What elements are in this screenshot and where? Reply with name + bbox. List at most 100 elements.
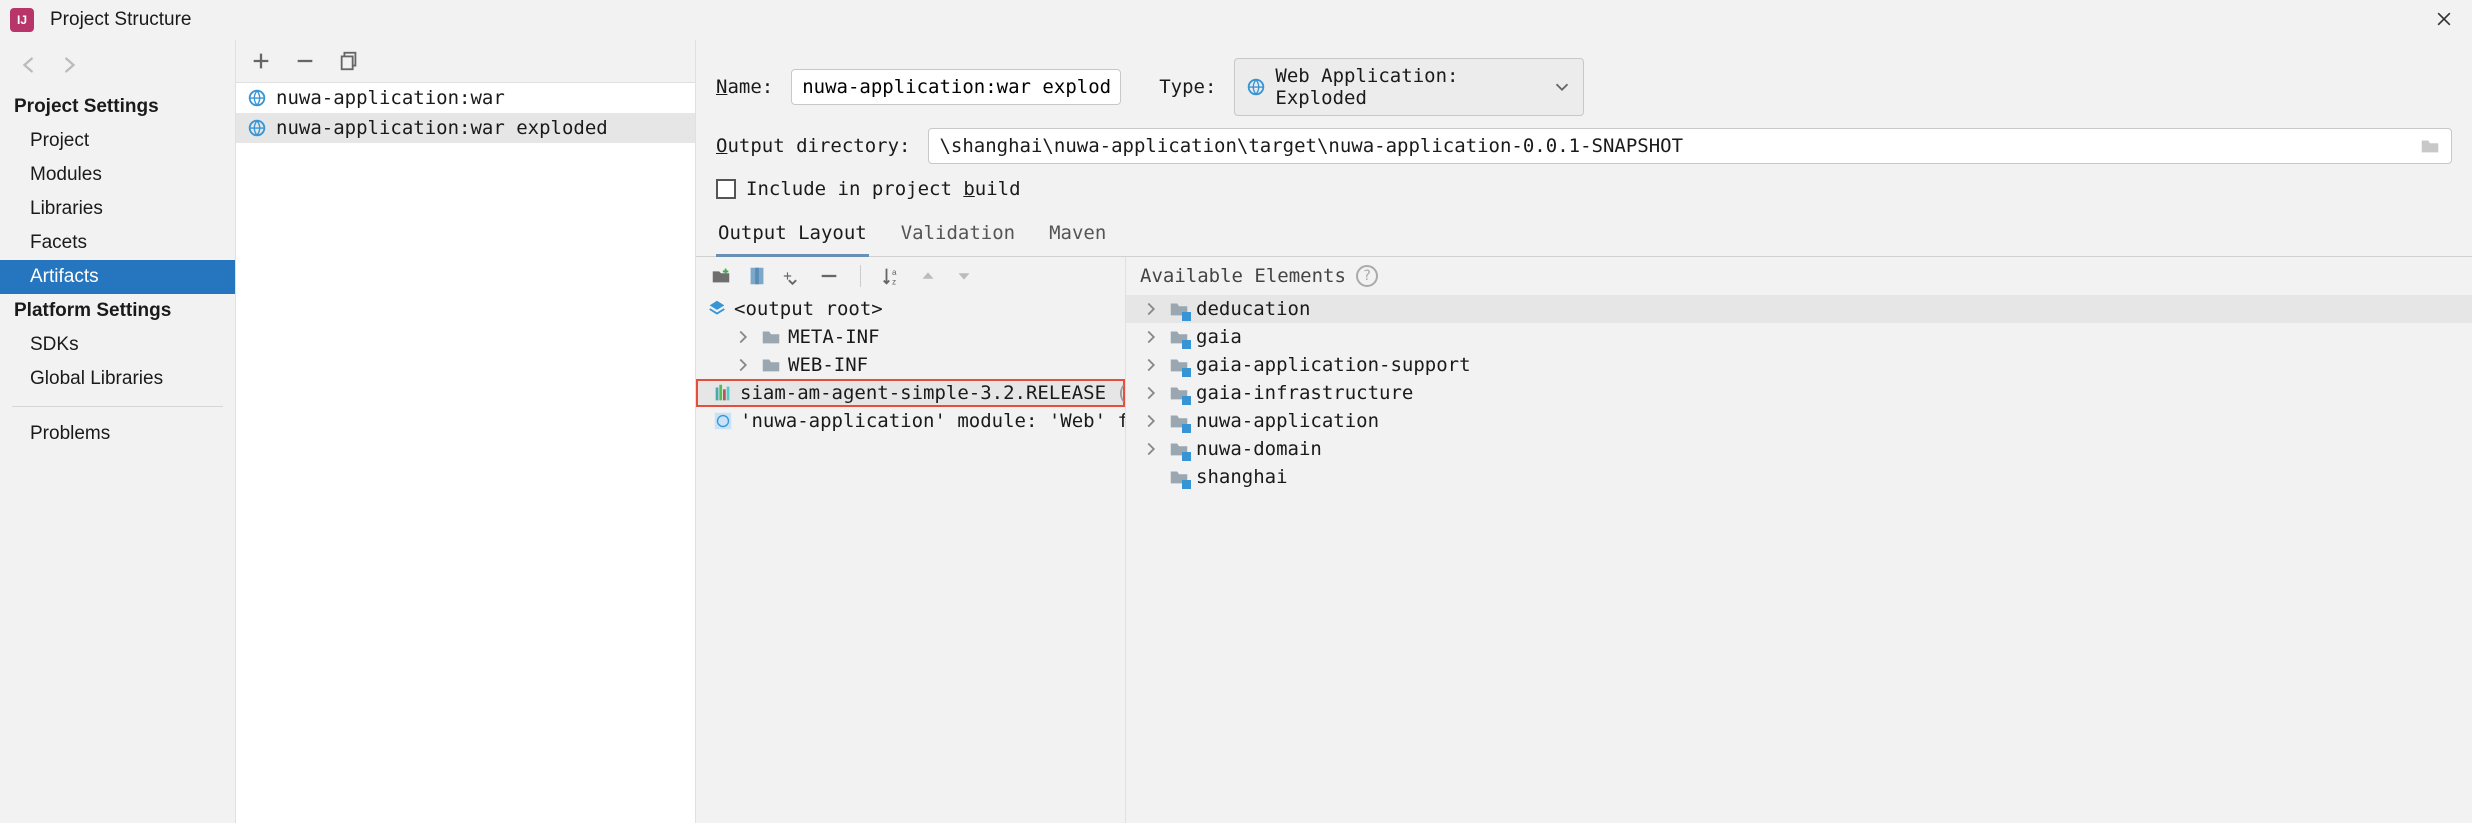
nav-modules[interactable]: Modules: [0, 158, 235, 192]
available-item-label: gaia-application-support: [1196, 354, 1471, 376]
type-select[interactable]: Web Application: Exploded: [1234, 58, 1584, 116]
remove-artifact-icon[interactable]: [294, 50, 316, 72]
tree-item-label: 'nuwa-application' module: 'Web' facet: [740, 410, 1125, 432]
chevron-right-icon[interactable]: [1140, 410, 1162, 432]
module-folder-icon: [1168, 410, 1190, 432]
sort-az-icon[interactable]: az: [881, 265, 903, 287]
module-folder-icon: [1168, 298, 1190, 320]
available-item[interactable]: deducation: [1126, 295, 2472, 323]
folder-icon: [760, 354, 782, 376]
artifact-item-label: nuwa-application:war: [276, 87, 505, 109]
tab-maven[interactable]: Maven: [1047, 218, 1108, 256]
module-folder-icon: [1168, 354, 1190, 376]
available-item-label: deducation: [1196, 298, 1310, 320]
include-build-label: Include in project build: [746, 178, 1021, 200]
browse-folder-icon[interactable]: [2419, 135, 2441, 157]
available-item-label: nuwa-domain: [1196, 438, 1322, 460]
available-item[interactable]: gaia-infrastructure: [1126, 379, 2472, 407]
tab-output-layout[interactable]: Output Layout: [716, 218, 869, 257]
tree-item-label: WEB-INF: [788, 354, 868, 376]
module-folder-icon: [1168, 382, 1190, 404]
library-icon: [712, 382, 734, 404]
output-directory-input[interactable]: \shanghai\nuwa-application\target\nuwa-a…: [928, 128, 2452, 164]
name-input[interactable]: [791, 69, 1121, 105]
available-item[interactable]: gaia: [1126, 323, 2472, 351]
move-up-icon[interactable]: [917, 265, 939, 287]
available-item-label: gaia-infrastructure: [1196, 382, 1413, 404]
nav-facets[interactable]: Facets: [0, 226, 235, 260]
web-artifact-icon: [246, 117, 268, 139]
available-elements-panel: Available Elements ? deducation gaia gaia-…: [1126, 257, 2472, 823]
tree-item-folder[interactable]: WEB-INF: [696, 351, 1125, 379]
copy-artifact-icon[interactable]: [338, 50, 360, 72]
artifact-list-panel: nuwa-application:war nuwa-application:wa…: [236, 40, 696, 823]
nav-artifacts[interactable]: Artifacts: [0, 260, 235, 294]
tree-item-suffix: (Proje: [1116, 382, 1125, 404]
available-item-label: nuwa-application: [1196, 410, 1379, 432]
available-header: Available Elements: [1140, 265, 1346, 287]
nav-project[interactable]: Project: [0, 124, 235, 158]
output-layout-panel: az <output root> META-INF: [696, 257, 1126, 823]
include-build-checkbox[interactable]: [716, 179, 736, 199]
tree-item-label: siam-am-agent-simple-3.2.RELEASE: [740, 382, 1106, 404]
available-item[interactable]: nuwa-domain: [1126, 435, 2472, 463]
output-tree: <output root> META-INF WEB-INF: [696, 295, 1125, 823]
output-layout-toolbar: az: [696, 257, 1125, 295]
nav-forward-icon[interactable]: [58, 54, 80, 76]
tree-item-folder[interactable]: META-INF: [696, 323, 1125, 351]
nav-back-icon[interactable]: [18, 54, 40, 76]
nav-problems[interactable]: Problems: [0, 417, 235, 451]
help-icon[interactable]: ?: [1356, 265, 1378, 287]
artifact-item[interactable]: nuwa-application:war: [236, 83, 695, 113]
chevron-right-icon[interactable]: [1140, 382, 1162, 404]
tab-validation[interactable]: Validation: [899, 218, 1017, 256]
add-copy-icon[interactable]: [782, 265, 804, 287]
name-label: Name:: [716, 76, 773, 98]
svg-text:z: z: [892, 277, 896, 286]
sidebar-separator: [12, 406, 223, 407]
artifact-item[interactable]: nuwa-application:war exploded: [236, 113, 695, 143]
available-item[interactable]: nuwa-application: [1126, 407, 2472, 435]
new-folder-icon[interactable]: [710, 265, 732, 287]
chevron-right-icon[interactable]: [732, 326, 754, 348]
outdir-value: \shanghai\nuwa-application\target\nuwa-a…: [939, 135, 2411, 157]
add-artifact-icon[interactable]: [250, 50, 272, 72]
tree-root[interactable]: <output root>: [696, 295, 1125, 323]
section-platform-settings: Platform Settings: [0, 294, 235, 328]
window-title: Project Structure: [50, 9, 2426, 31]
new-archive-icon[interactable]: [746, 265, 768, 287]
toolbar-separator: [860, 265, 861, 287]
remove-item-icon[interactable]: [818, 265, 840, 287]
nav-global-libraries[interactable]: Global Libraries: [0, 362, 235, 396]
chevron-right-icon[interactable]: [1140, 354, 1162, 376]
chevron-right-icon[interactable]: [732, 354, 754, 376]
type-value: Web Application: Exploded: [1275, 65, 1543, 109]
tree-item-facet[interactable]: 'nuwa-application' module: 'Web' facet: [696, 407, 1125, 435]
module-folder-icon: [1168, 466, 1190, 488]
available-item-label: gaia: [1196, 326, 1242, 348]
output-root-icon: [706, 298, 728, 320]
tree-item-label: META-INF: [788, 326, 880, 348]
artifact-toolbar: [236, 40, 695, 83]
nav-libraries[interactable]: Libraries: [0, 192, 235, 226]
section-project-settings: Project Settings: [0, 90, 235, 124]
move-down-icon[interactable]: [953, 265, 975, 287]
chevron-right-icon[interactable]: [1140, 326, 1162, 348]
folder-icon: [760, 326, 782, 348]
module-folder-icon: [1168, 438, 1190, 460]
tree-item-library[interactable]: siam-am-agent-simple-3.2.RELEASE (Proje: [696, 379, 1125, 407]
close-icon[interactable]: [2426, 5, 2462, 36]
available-item[interactable]: shanghai: [1126, 463, 2472, 491]
chevron-right-icon[interactable]: [1140, 438, 1162, 460]
app-icon: IJ: [10, 8, 34, 32]
web-artifact-icon: [1245, 76, 1267, 98]
sidebar: Project Settings Project Modules Librari…: [0, 40, 236, 823]
chevron-right-icon[interactable]: [1140, 298, 1162, 320]
available-item[interactable]: gaia-application-support: [1126, 351, 2472, 379]
nav-sdks[interactable]: SDKs: [0, 328, 235, 362]
tree-root-label: <output root>: [734, 298, 883, 320]
module-folder-icon: [1168, 326, 1190, 348]
available-item-label: shanghai: [1196, 466, 1288, 488]
web-artifact-icon: [246, 87, 268, 109]
titlebar: IJ Project Structure: [0, 0, 2472, 40]
